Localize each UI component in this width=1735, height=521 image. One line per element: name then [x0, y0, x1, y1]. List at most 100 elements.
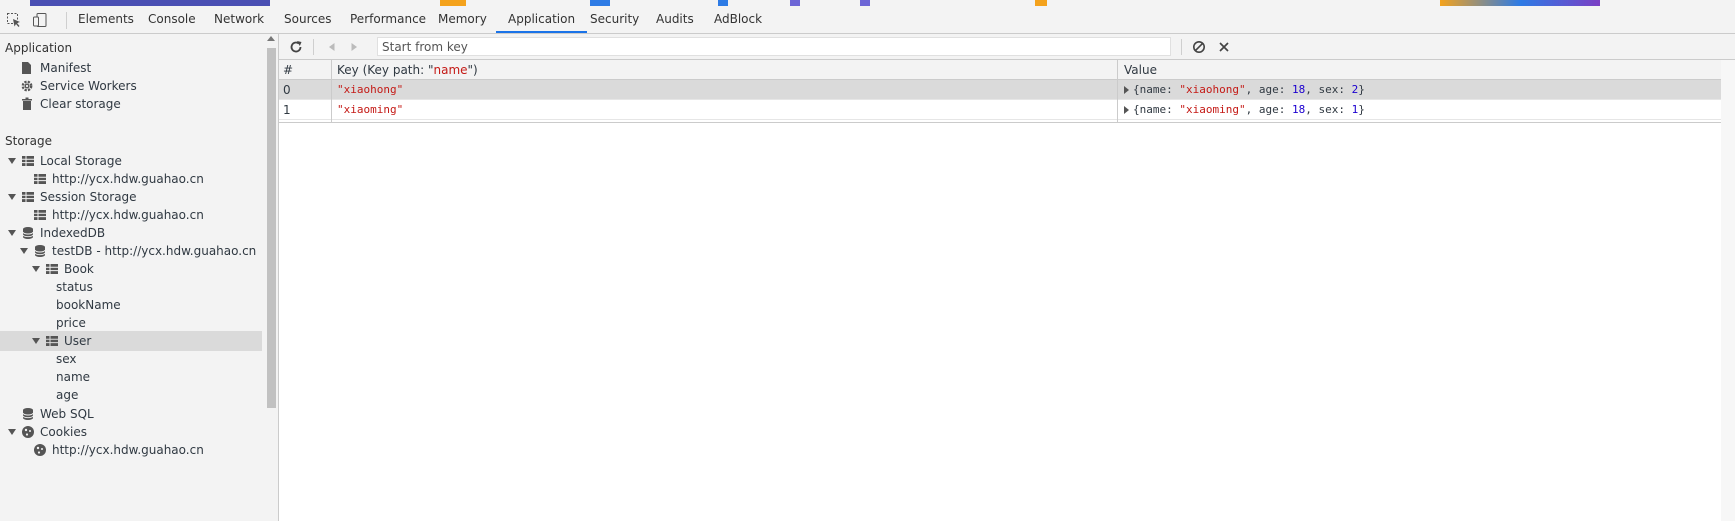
- table-grid-icon: [33, 208, 47, 222]
- sidebar-item-local-storage[interactable]: Local Storage: [0, 151, 262, 171]
- sidebar-item-indexeddb[interactable]: IndexedDB: [0, 223, 262, 243]
- inspect-element-icon[interactable]: [6, 12, 22, 28]
- table-row[interactable]: 1 "xiaoming" {name: "xiaoming", age: 18,…: [279, 100, 1735, 120]
- scrollbar-thumb[interactable]: [267, 48, 276, 408]
- scroll-up-arrow-icon[interactable]: [267, 36, 275, 41]
- device-toolbar-icon[interactable]: [32, 12, 48, 28]
- sidebar-item-service-workers[interactable]: Service Workers: [0, 76, 262, 96]
- value-age: 18: [1291, 83, 1306, 96]
- sidebar-item-label: bookName: [56, 298, 121, 312]
- sidebar-item-index-name[interactable]: name: [0, 367, 262, 387]
- previous-page-icon[interactable]: [323, 38, 341, 56]
- expand-arrow-icon[interactable]: [8, 194, 16, 200]
- data-toolbar: [279, 34, 1735, 60]
- next-page-icon[interactable]: [345, 38, 363, 56]
- expand-arrow-icon[interactable]: [8, 230, 16, 236]
- trash-icon: [20, 97, 34, 111]
- database-icon: [21, 226, 35, 240]
- expand-triangle-icon[interactable]: [1124, 106, 1129, 114]
- column-divider[interactable]: [1117, 60, 1118, 122]
- grid-scrollbar[interactable]: [1721, 60, 1735, 521]
- sidebar-scrollbar[interactable]: [264, 34, 278, 521]
- expand-arrow-icon[interactable]: [32, 338, 40, 344]
- sidebar-item-cookies-origin[interactable]: http://ycx.hdw.guahao.cn: [0, 440, 262, 460]
- value-name: "xiaohong": [1179, 83, 1246, 96]
- column-header-value[interactable]: Value: [1124, 60, 1724, 80]
- value-token: , age:: [1245, 83, 1292, 96]
- toolbar-separator: [1181, 39, 1182, 55]
- refresh-icon[interactable]: [287, 38, 305, 56]
- gear-icon: [20, 79, 34, 93]
- sidebar-item-label: Session Storage: [40, 190, 137, 204]
- key-header-suffix: "): [467, 63, 478, 77]
- cookie-icon: [21, 425, 35, 439]
- value-token: , sex:: [1305, 103, 1352, 116]
- column-divider[interactable]: [331, 60, 332, 122]
- value-token: , sex:: [1305, 83, 1352, 96]
- tab-console[interactable]: Console: [136, 6, 208, 33]
- document-icon: [20, 61, 34, 75]
- sidebar-item-testdb[interactable]: testDB - http://ycx.hdw.guahao.cn: [0, 241, 262, 261]
- grid-bottom-border: [279, 122, 1735, 123]
- sidebar-item-clear-storage[interactable]: Clear storage: [0, 94, 262, 114]
- value-token: {name:: [1133, 103, 1180, 116]
- tab-performance[interactable]: Performance: [338, 6, 438, 33]
- sidebar-item-manifest[interactable]: Manifest: [0, 58, 262, 78]
- expand-arrow-icon[interactable]: [32, 266, 40, 272]
- tab-elements[interactable]: Elements: [66, 6, 146, 33]
- devtools-tabbar: Elements Console Network Sources Performance…: [0, 6, 1735, 34]
- start-from-key-input[interactable]: [377, 37, 1171, 56]
- sidebar-item-local-storage-origin[interactable]: http://ycx.hdw.guahao.cn: [0, 169, 262, 189]
- table-row[interactable]: 0 "xiaohong" {name: "xiaohong", age: 18,…: [279, 80, 1735, 100]
- sidebar-item-label: Local Storage: [40, 154, 122, 168]
- tab-audits[interactable]: Audits: [644, 6, 706, 33]
- row-value[interactable]: {name: "xiaoming", age: 18, sex: 1}: [1124, 100, 1724, 120]
- sidebar-item-index-status[interactable]: status: [0, 277, 262, 297]
- sidebar-item-index-age[interactable]: age: [0, 385, 262, 405]
- value-token: }: [1358, 83, 1365, 96]
- expand-arrow-icon[interactable]: [20, 248, 28, 254]
- table-grid-icon: [33, 172, 47, 186]
- tab-application[interactable]: Application: [496, 6, 588, 33]
- application-sidebar: Application Manifest Service Workers Cle…: [0, 34, 279, 521]
- sidebar-item-session-storage-origin[interactable]: http://ycx.hdw.guahao.cn: [0, 205, 262, 225]
- row-index: 1: [283, 103, 291, 117]
- sidebar-item-label: Manifest: [40, 61, 92, 75]
- tab-sources[interactable]: Sources: [272, 6, 343, 33]
- table-grid-icon: [21, 190, 35, 204]
- sidebar-item-label: status: [56, 280, 93, 294]
- expand-arrow-icon[interactable]: [8, 158, 16, 164]
- section-title-storage: Storage: [5, 134, 52, 148]
- value-age: 18: [1291, 103, 1306, 116]
- sidebar-item-label: Cookies: [40, 425, 87, 439]
- row-value[interactable]: {name: "xiaohong", age: 18, sex: 2}: [1124, 80, 1724, 100]
- section-title-application: Application: [5, 41, 73, 55]
- tab-adblock[interactable]: AdBlock: [702, 6, 774, 33]
- sidebar-item-index-bookname[interactable]: bookName: [0, 295, 262, 315]
- delete-selected-icon[interactable]: [1215, 38, 1233, 56]
- sidebar-item-label: name: [56, 370, 91, 384]
- sidebar-item-label: Service Workers: [40, 79, 137, 93]
- sidebar-item-web-sql[interactable]: Web SQL: [0, 404, 262, 424]
- column-header-index[interactable]: #: [283, 60, 319, 80]
- row-key: "xiaoming": [337, 103, 404, 116]
- sidebar-item-cookies[interactable]: Cookies: [0, 422, 262, 442]
- sidebar-item-label: Clear storage: [40, 97, 121, 111]
- tab-memory[interactable]: Memory: [426, 6, 499, 33]
- tab-network[interactable]: Network: [202, 6, 276, 33]
- expand-triangle-icon[interactable]: [1124, 86, 1129, 94]
- sidebar-item-label: testDB - http://ycx.hdw.guahao.cn: [52, 244, 257, 258]
- tab-security[interactable]: Security: [578, 6, 651, 33]
- row-key: "xiaohong": [337, 83, 404, 96]
- sidebar-item-session-storage[interactable]: Session Storage: [0, 187, 262, 207]
- value-token: {name:: [1133, 83, 1180, 96]
- column-header-key[interactable]: Key (Key path: "name"): [337, 60, 1097, 80]
- table-grid-icon: [21, 154, 35, 168]
- sidebar-item-store-user[interactable]: User: [0, 331, 262, 351]
- sidebar-item-label: http://ycx.hdw.guahao.cn: [52, 172, 204, 186]
- sidebar-item-store-book[interactable]: Book: [0, 259, 262, 279]
- expand-arrow-icon[interactable]: [8, 429, 16, 435]
- clear-object-store-icon[interactable]: [1190, 38, 1208, 56]
- sidebar-item-index-price[interactable]: price: [0, 313, 262, 333]
- sidebar-item-index-sex[interactable]: sex: [0, 349, 262, 369]
